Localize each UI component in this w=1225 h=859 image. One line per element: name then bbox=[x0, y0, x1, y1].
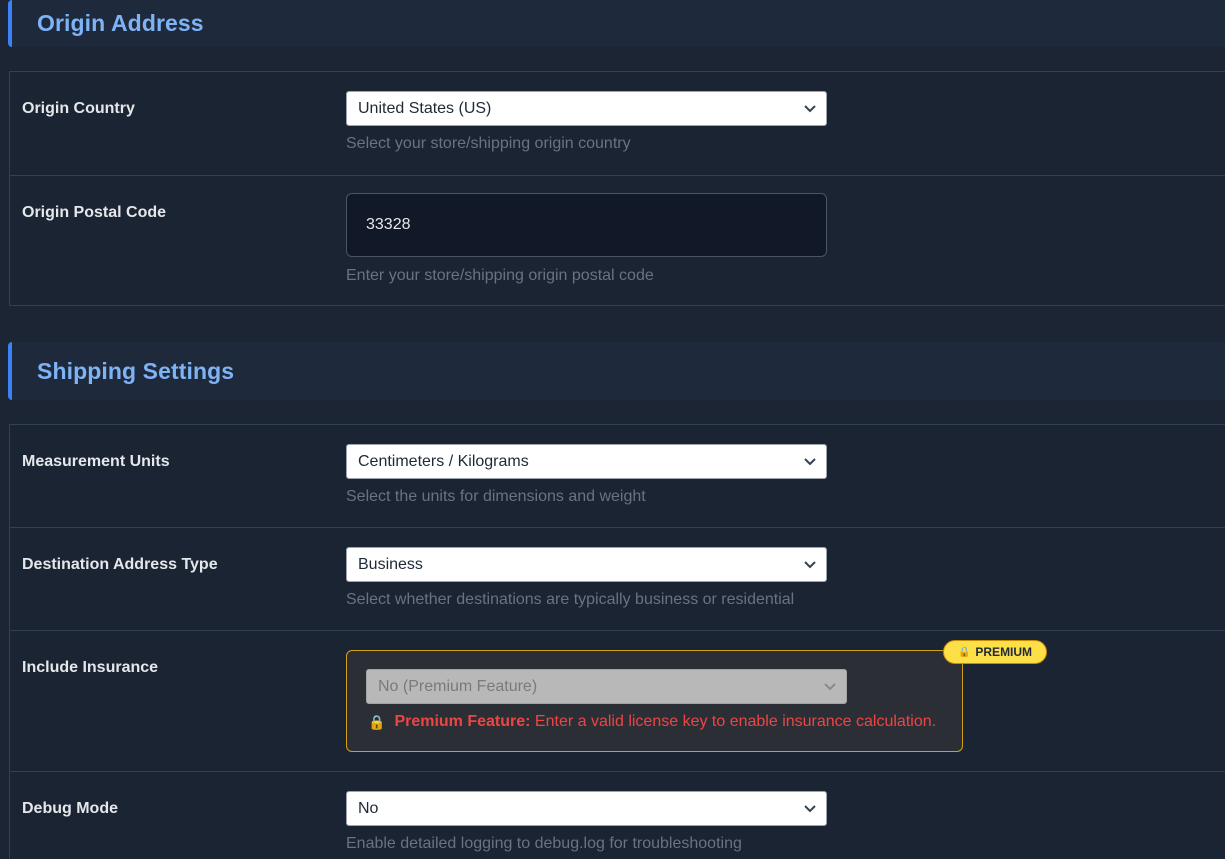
debug-mode-help: Enable detailed logging to debug.log for… bbox=[346, 835, 742, 852]
premium-feature-box: No (Premium Feature) 🔒 Premium Feature: … bbox=[346, 650, 963, 752]
settings-page: Origin Address Origin Country United Sta… bbox=[0, 0, 1225, 859]
debug-mode-select[interactable]: No bbox=[346, 791, 827, 826]
premium-badge: 🔒 PREMIUM bbox=[943, 640, 1047, 664]
select-value: United States (US) bbox=[358, 99, 492, 117]
include-insurance-row: Include Insurance No (Premium Feature) 🔒… bbox=[10, 631, 1225, 772]
address-type-help: Select whether destinations are typicall… bbox=[346, 591, 795, 608]
premium-note-title: Premium Feature: bbox=[394, 713, 531, 730]
measurement-units-select[interactable]: Centimeters / Kilograms bbox=[346, 444, 827, 479]
premium-note-text: Enter a valid license key to enable insu… bbox=[530, 713, 937, 730]
lock-icon: 🔒 bbox=[957, 646, 971, 658]
select-value: No (Premium Feature) bbox=[378, 677, 538, 695]
debug-mode-label: Debug Mode bbox=[22, 800, 118, 817]
chevron-down-icon bbox=[824, 683, 836, 691]
origin-country-label: Origin Country bbox=[22, 100, 135, 117]
insurance-select[interactable]: No (Premium Feature) bbox=[366, 669, 847, 704]
shipping-settings-table: Measurement Units Centimeters / Kilogram… bbox=[9, 424, 1225, 859]
section-title: Origin Address bbox=[37, 10, 204, 36]
select-value: No bbox=[358, 799, 379, 817]
lock-icon: 🔒 bbox=[368, 713, 386, 730]
premium-badge-label: PREMIUM bbox=[975, 645, 1033, 659]
section-title: Shipping Settings bbox=[37, 357, 235, 384]
origin-postal-help: Enter your store/shipping origin postal … bbox=[346, 267, 654, 284]
origin-country-row: Origin Country United States (US) Select… bbox=[10, 72, 1225, 176]
origin-country-help: Select your store/shipping origin countr… bbox=[346, 135, 631, 152]
chevron-down-icon bbox=[804, 105, 816, 113]
origin-country-select[interactable]: United States (US) bbox=[346, 91, 827, 126]
select-value: Business bbox=[358, 555, 423, 573]
origin-address-header: Origin Address bbox=[8, 0, 1225, 47]
address-type-label: Destination Address Type bbox=[22, 556, 218, 573]
origin-postal-row: Origin Postal Code 33328 Enter your stor… bbox=[10, 176, 1225, 306]
address-type-row: Destination Address Type Business Select… bbox=[10, 528, 1225, 631]
address-type-select[interactable]: Business bbox=[346, 547, 827, 582]
measurement-units-help: Select the units for dimensions and weig… bbox=[346, 488, 646, 505]
origin-postal-input[interactable]: 33328 bbox=[346, 193, 827, 257]
measurement-units-row: Measurement Units Centimeters / Kilogram… bbox=[10, 425, 1225, 528]
origin-address-table: Origin Country United States (US) Select… bbox=[9, 71, 1225, 306]
origin-postal-label: Origin Postal Code bbox=[22, 204, 167, 221]
premium-feature-note: 🔒 Premium Feature: Enter a valid license… bbox=[368, 713, 936, 731]
include-insurance-label: Include Insurance bbox=[22, 659, 159, 676]
measurement-units-label: Measurement Units bbox=[22, 453, 170, 470]
input-value: 33328 bbox=[366, 216, 411, 233]
chevron-down-icon bbox=[804, 805, 816, 813]
chevron-down-icon bbox=[804, 561, 816, 569]
debug-mode-row: Debug Mode No Enable detailed logging to… bbox=[10, 772, 1225, 859]
chevron-down-icon bbox=[804, 458, 816, 466]
shipping-settings-header: Shipping Settings bbox=[8, 342, 1225, 400]
select-value: Centimeters / Kilograms bbox=[358, 452, 529, 470]
